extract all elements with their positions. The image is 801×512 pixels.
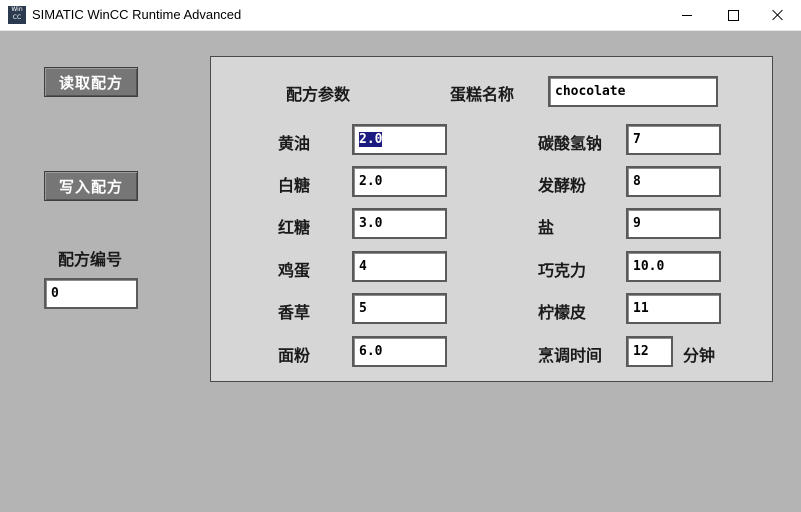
app-icon-text-1: Win [11, 6, 23, 13]
cake-name-label: 蛋糕名称 [450, 85, 515, 104]
param-label-vanilla: 香草 [278, 303, 311, 322]
minimize-icon [682, 14, 692, 16]
recipe-params-heading: 配方参数 [286, 85, 351, 104]
cake-name-field[interactable]: chocolate [548, 76, 718, 107]
param-value-butter: 2.0 [359, 132, 383, 147]
maximize-button[interactable] [710, 0, 756, 30]
write-recipe-button[interactable]: 写入配方 [44, 171, 138, 201]
param-field-baking-soda[interactable]: 7 [626, 124, 721, 155]
param-field-flour[interactable]: 6.0 [352, 336, 447, 367]
maximize-icon [727, 9, 739, 21]
param-field-chocolate[interactable]: 10.0 [626, 251, 721, 282]
param-label-salt: 盐 [538, 218, 555, 237]
recipe-number-field[interactable]: 0 [44, 278, 138, 309]
param-field-cooking-time[interactable]: 12 [626, 336, 673, 367]
param-field-baking-powder[interactable]: 8 [626, 166, 721, 197]
param-field-lemon-peel[interactable]: 11 [626, 293, 721, 324]
param-label-white-sugar: 白糖 [278, 176, 311, 195]
close-icon [772, 9, 784, 21]
wincc-runtime-window: Win CC SIMATIC WinCC Runtime Advanced 读取… [0, 0, 801, 512]
param-field-salt[interactable]: 9 [626, 208, 721, 239]
param-label-flour: 面粉 [278, 346, 311, 365]
param-label-brown-sugar: 红糖 [278, 218, 311, 237]
param-label-baking-soda: 碳酸氢钠 [538, 134, 603, 153]
cooking-time-unit: 分钟 [683, 346, 716, 365]
app-icon-text-2: CC [12, 14, 22, 21]
recipe-number-label: 配方编号 [58, 250, 123, 269]
param-field-butter[interactable]: 2.0 [352, 124, 447, 155]
window-title: SIMATIC WinCC Runtime Advanced [32, 7, 242, 22]
param-field-white-sugar[interactable]: 2.0 [352, 166, 447, 197]
title-bar: Win CC SIMATIC WinCC Runtime Advanced [0, 0, 801, 31]
param-label-lemon-peel: 柠檬皮 [538, 303, 587, 322]
param-label-eggs: 鸡蛋 [278, 261, 311, 280]
param-label-butter: 黄油 [278, 134, 311, 153]
minimize-button[interactable] [664, 0, 710, 30]
param-field-vanilla[interactable]: 5 [352, 293, 447, 324]
param-field-brown-sugar[interactable]: 3.0 [352, 208, 447, 239]
param-field-eggs[interactable]: 4 [352, 251, 447, 282]
close-button[interactable] [755, 0, 801, 30]
param-label-baking-powder: 发酵粉 [538, 176, 587, 195]
param-label-cooking-time: 烹调时间 [538, 346, 603, 365]
wincc-app-icon: Win CC [8, 6, 26, 24]
read-recipe-button[interactable]: 读取配方 [44, 67, 138, 97]
param-label-chocolate: 巧克力 [538, 261, 587, 280]
